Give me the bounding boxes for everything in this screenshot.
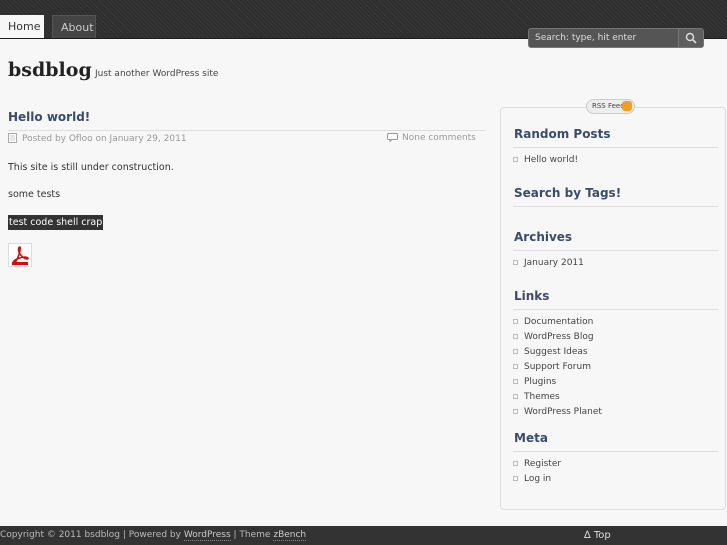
site-tagline: Just another WordPress site bbox=[95, 69, 219, 79]
widget-title-links: Links bbox=[514, 289, 550, 303]
bullet-icon bbox=[513, 379, 518, 384]
post-paragraph: This site is still under construction. bbox=[8, 162, 174, 173]
widget-title-archives: Archives bbox=[514, 230, 573, 244]
theme-link[interactable]: zBench bbox=[273, 530, 307, 541]
list-item[interactable]: Suggest Ideas bbox=[513, 347, 588, 357]
sidebar: Random Posts Hello world! Search by Tags… bbox=[500, 107, 726, 510]
wordpress-link[interactable]: WordPress bbox=[183, 530, 231, 541]
widget-title-search-by-tags: Search by Tags! bbox=[514, 186, 622, 200]
divider bbox=[513, 147, 718, 148]
nav-tab-home[interactable]: Home bbox=[0, 15, 44, 38]
divider bbox=[513, 309, 718, 310]
divider bbox=[8, 130, 485, 131]
bullet-icon bbox=[513, 349, 518, 354]
list-item[interactable]: Register bbox=[513, 459, 561, 469]
bullet-icon bbox=[513, 394, 518, 399]
comments-text: None comments bbox=[402, 133, 476, 143]
bullet-icon bbox=[513, 364, 518, 369]
list-item[interactable]: WordPress Blog bbox=[513, 332, 594, 342]
comments-link[interactable]: None comments bbox=[387, 133, 476, 143]
post-meta-text: Posted by Ofloo on January 29, 2011 bbox=[22, 134, 187, 144]
document-icon bbox=[8, 133, 17, 143]
divider bbox=[513, 250, 718, 251]
footer-credits: Copyright © 2011 bsdblog | Powered by Wo… bbox=[0, 526, 307, 545]
search-button[interactable] bbox=[678, 29, 703, 47]
list-item[interactable]: January 2011 bbox=[513, 258, 584, 268]
divider bbox=[513, 206, 718, 207]
copyright-text: Copyright © 2011 bsdblog bbox=[0, 530, 121, 540]
footer: Copyright © 2011 bsdblog | Powered by Wo… bbox=[0, 526, 727, 545]
theme-text: | Theme bbox=[233, 530, 271, 540]
post-paragraph: some tests bbox=[8, 189, 61, 200]
pdf-icon[interactable] bbox=[8, 243, 32, 267]
widget-title-meta: Meta bbox=[514, 431, 548, 445]
divider bbox=[513, 451, 718, 452]
search-input[interactable] bbox=[529, 29, 680, 47]
bullet-icon bbox=[513, 157, 518, 162]
list-item[interactable]: Log in bbox=[513, 474, 551, 484]
bullet-icon bbox=[513, 409, 518, 414]
bullet-icon bbox=[513, 476, 518, 481]
bullet-icon bbox=[513, 461, 518, 466]
list-item[interactable]: Themes bbox=[513, 392, 560, 402]
bullet-icon bbox=[513, 334, 518, 339]
bullet-icon bbox=[513, 260, 518, 265]
search-box bbox=[528, 28, 704, 48]
bullet-icon bbox=[513, 319, 518, 324]
search-icon bbox=[685, 32, 697, 44]
list-item[interactable]: Support Forum bbox=[513, 362, 591, 372]
back-to-top-link[interactable]: ∆ Top bbox=[584, 526, 611, 545]
list-item[interactable]: Plugins bbox=[513, 377, 556, 387]
list-item[interactable]: Documentation bbox=[513, 317, 593, 327]
list-item[interactable]: WordPress Planet bbox=[513, 407, 602, 417]
post-meta: Posted by Ofloo on January 29, 2011 bbox=[8, 133, 187, 144]
powered-by-text: | Powered by bbox=[122, 530, 181, 540]
list-item[interactable]: Hello world! bbox=[513, 155, 578, 165]
rss-feed-link[interactable]: RSS Feed bbox=[586, 99, 635, 114]
post-title[interactable]: Hello world! bbox=[8, 110, 90, 124]
site-title[interactable]: bsdblog bbox=[8, 59, 92, 81]
widget-title-random-posts: Random Posts bbox=[514, 127, 611, 141]
rss-feed-label: RSS Feed bbox=[592, 102, 625, 110]
rss-icon bbox=[622, 101, 632, 111]
code-snippet: test code shell crap bbox=[8, 215, 104, 230]
nav-tab-about[interactable]: About bbox=[52, 15, 96, 38]
comment-bubble-icon bbox=[387, 133, 398, 142]
